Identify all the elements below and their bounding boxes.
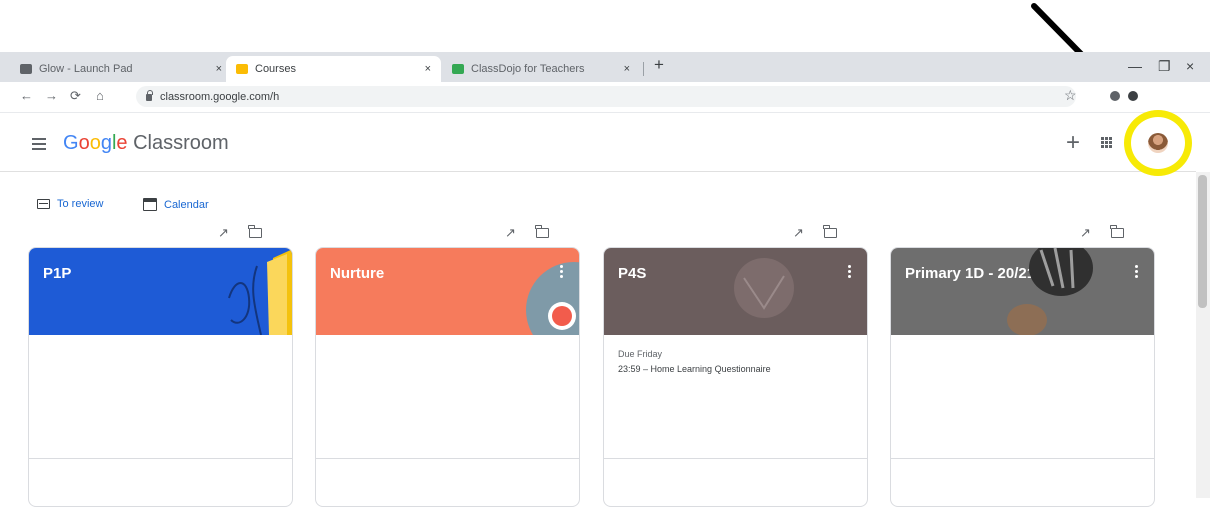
- folder-icon[interactable]: [535, 225, 549, 238]
- tab-title: Courses: [255, 63, 296, 75]
- course-card-primary-1d[interactable]: Primary 1D - 20/21: [890, 247, 1155, 507]
- browser-tab-classdojo[interactable]: ClassDojo for Teachers ×: [442, 56, 640, 82]
- card-menu-icon[interactable]: [1135, 265, 1138, 280]
- browser-tab-courses[interactable]: Courses ×: [226, 56, 441, 82]
- folder-icon[interactable]: [248, 225, 262, 238]
- course-banner-illustration: [228, 249, 292, 335]
- extension-icon[interactable]: [1128, 91, 1138, 101]
- address-bar[interactable]: classroom.google.com/h: [136, 86, 1076, 107]
- course-banner: Primary 1D - 20/21: [891, 248, 1154, 335]
- course-title[interactable]: P4S: [618, 265, 646, 282]
- close-window-button[interactable]: ×: [1186, 57, 1194, 75]
- main-menu-icon[interactable]: [32, 138, 46, 153]
- home-icon[interactable]: ⌂: [96, 87, 104, 105]
- course-card-p4s[interactable]: P4S Due Friday 23:59 – Home Learning Que…: [603, 247, 868, 507]
- join-create-class-button[interactable]: +: [1066, 128, 1080, 158]
- trending-icon[interactable]: ↗: [793, 225, 804, 241]
- due-assignment-link[interactable]: 23:59 – Home Learning Questionnaire: [618, 364, 771, 374]
- folder-icon[interactable]: [823, 225, 837, 238]
- classroom-favicon-icon: [236, 64, 248, 74]
- card-menu-icon[interactable]: [848, 265, 851, 280]
- calendar-link[interactable]: Calendar: [143, 198, 209, 211]
- course-card-p1p[interactable]: P1P: [28, 247, 293, 507]
- folder-icon[interactable]: [1110, 225, 1124, 238]
- back-icon[interactable]: ←: [20, 87, 33, 105]
- trending-icon[interactable]: ↗: [505, 225, 516, 241]
- calendar-icon: [143, 198, 157, 211]
- minimize-button[interactable]: —: [1128, 57, 1142, 75]
- due-label: Due Friday: [618, 349, 663, 359]
- tab-title: Glow - Launch Pad: [39, 63, 133, 75]
- forward-icon[interactable]: →: [45, 87, 58, 105]
- browser-tab-glow[interactable]: Glow - Launch Pad ×: [10, 56, 232, 82]
- lock-icon: [146, 90, 153, 101]
- bookmark-star-icon[interactable]: ☆: [1064, 87, 1077, 104]
- course-banner: Nurture: [316, 248, 579, 335]
- avatar[interactable]: [1148, 133, 1168, 153]
- browser-tab-strip: Glow - Launch Pad × Courses × ClassDojo …: [0, 52, 1210, 82]
- tray-icon: [37, 199, 50, 209]
- close-icon[interactable]: ×: [425, 63, 431, 75]
- course-title[interactable]: Nurture: [330, 265, 384, 282]
- classdojo-favicon-icon: [452, 64, 464, 74]
- course-banner-illustration: [526, 262, 579, 335]
- trending-icon[interactable]: ↗: [1080, 225, 1091, 241]
- to-review-link[interactable]: To review: [37, 198, 103, 210]
- course-banner-illustration: [734, 258, 794, 318]
- course-title[interactable]: P1P: [43, 265, 71, 282]
- course-banner: P4S: [604, 248, 867, 335]
- card-menu-icon[interactable]: [560, 265, 563, 280]
- trending-icon[interactable]: ↗: [218, 225, 229, 241]
- glow-favicon-icon: [20, 64, 32, 74]
- course-banner-illustration: [1007, 248, 1093, 335]
- course-card-nurture[interactable]: Nurture: [315, 247, 580, 507]
- tab-title: ClassDojo for Teachers: [471, 63, 585, 75]
- google-classroom-logo[interactable]: Google Classroom: [63, 130, 229, 156]
- course-banner: P1P: [29, 248, 292, 335]
- scrollbar-thumb[interactable]: [1198, 175, 1207, 308]
- card-footer: ↗: [1080, 225, 1188, 241]
- close-icon[interactable]: ×: [624, 63, 630, 75]
- reload-icon[interactable]: ⟳: [70, 87, 81, 105]
- url-text: classroom.google.com/h: [160, 90, 280, 103]
- new-tab-button[interactable]: +: [654, 55, 664, 75]
- google-apps-icon[interactable]: [1101, 137, 1113, 149]
- extension-icon[interactable]: [1110, 91, 1120, 101]
- close-icon[interactable]: ×: [216, 63, 222, 75]
- maximize-button[interactable]: ❐: [1158, 57, 1171, 75]
